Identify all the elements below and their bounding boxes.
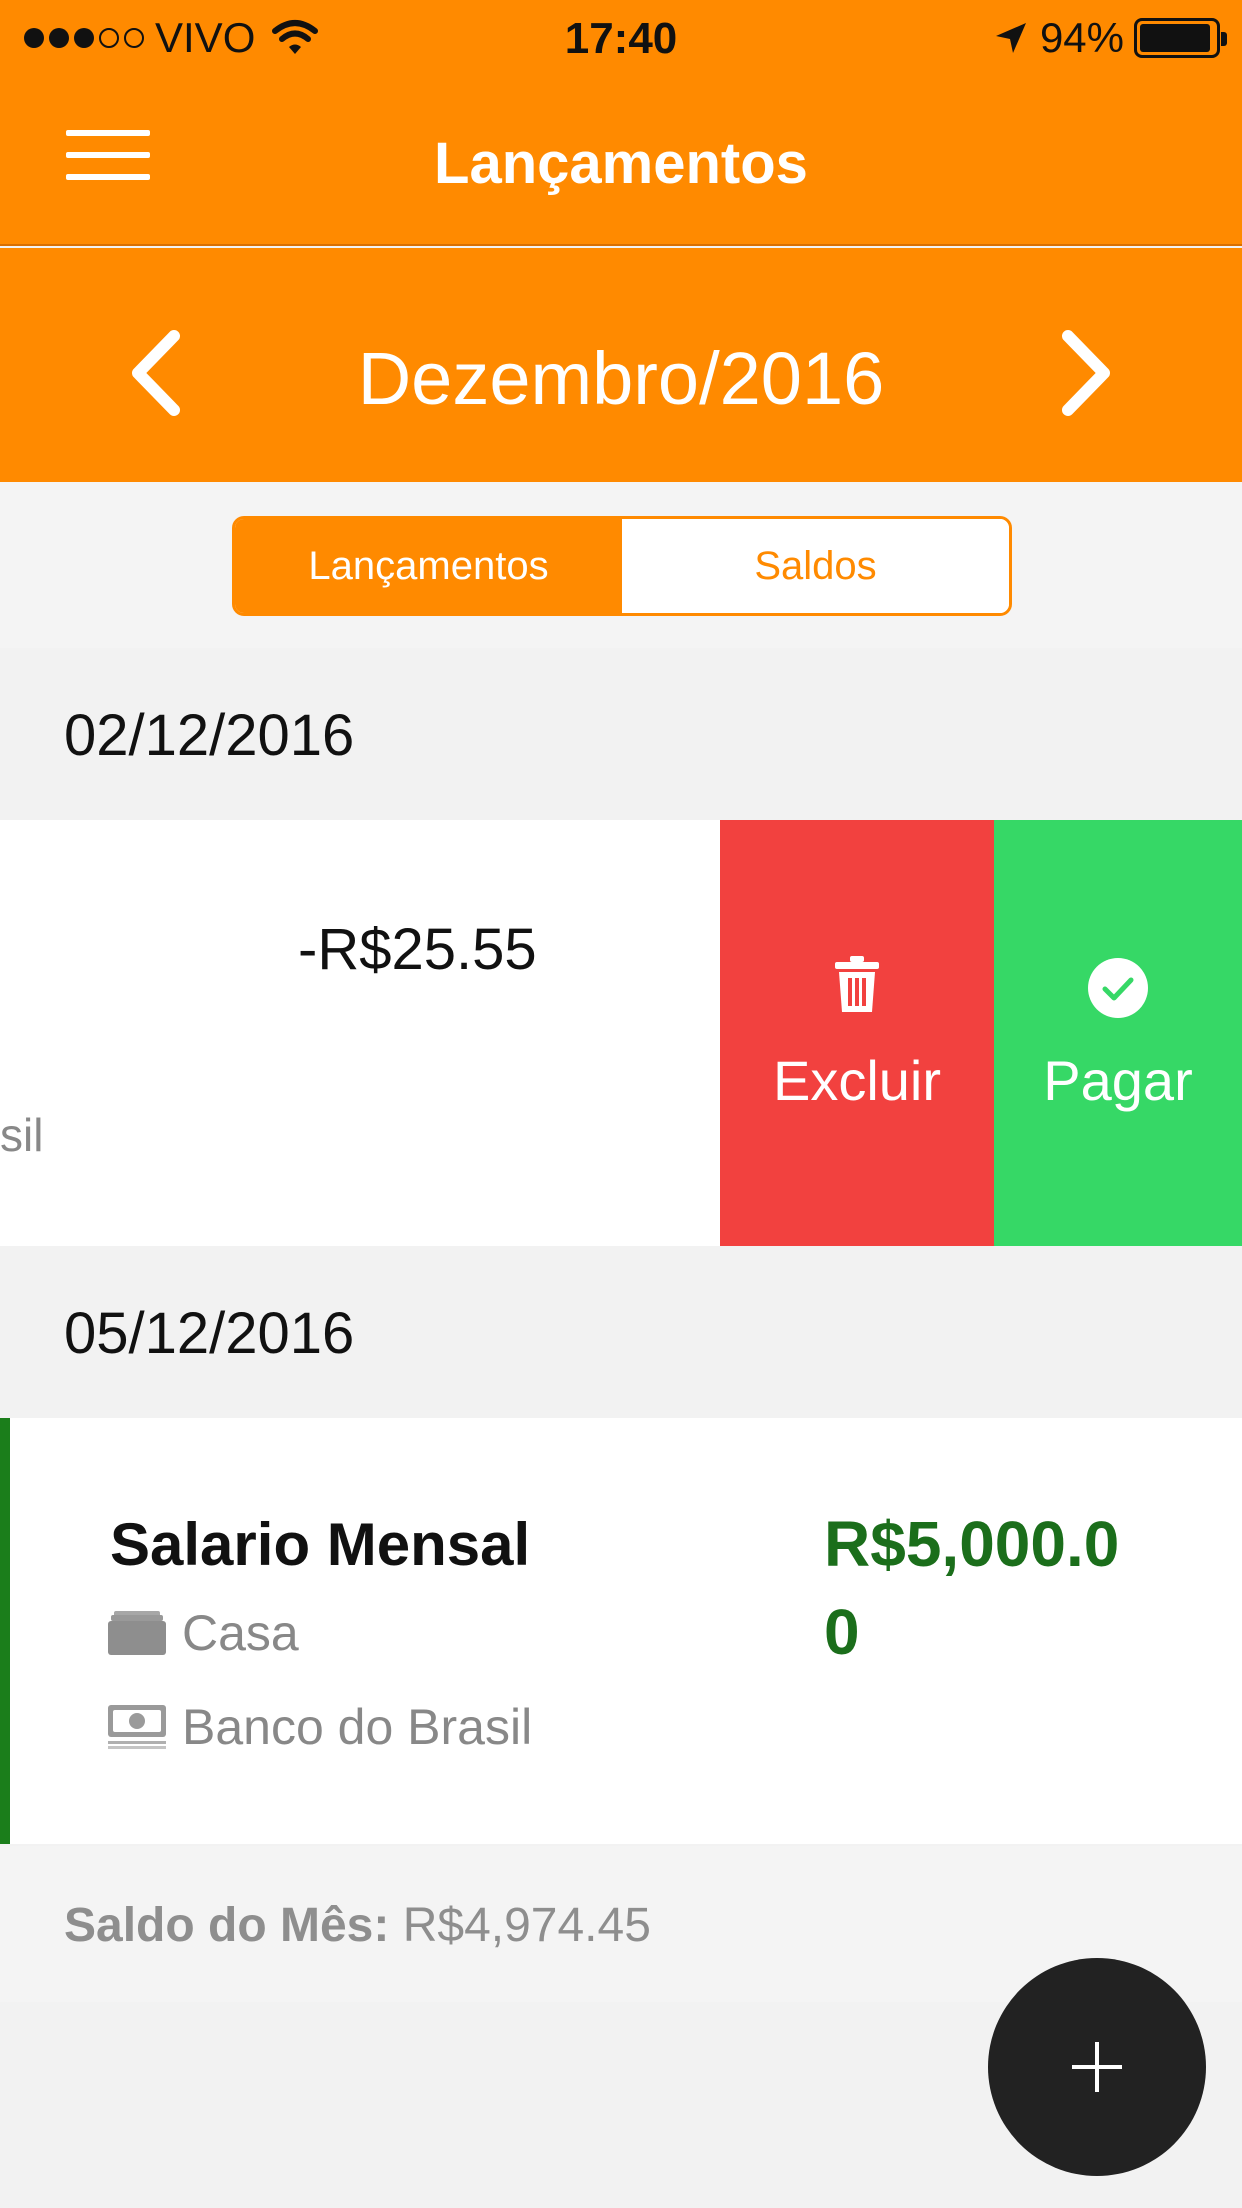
page-title: Lançamentos	[434, 131, 808, 196]
location-arrow-icon	[995, 23, 1026, 53]
section-date: 02/12/2016	[64, 703, 355, 768]
chevron-right-icon[interactable]	[1056, 328, 1116, 418]
entry-title: Salario Mensal	[110, 1511, 531, 1578]
add-entry-button[interactable]	[988, 1958, 1206, 2176]
battery-icon	[1134, 18, 1227, 58]
wallet-icon	[108, 1611, 166, 1655]
date-section-header: 05/12/2016	[0, 1246, 1242, 1418]
delete-button[interactable]: Excluir	[720, 820, 994, 1246]
category-label: Casa	[182, 1605, 299, 1661]
list-item[interactable]: Salario Mensal Casa Banco do Brasil R$5,…	[0, 1418, 1242, 1844]
entry-account: sil	[0, 1109, 44, 1161]
entry-account: Banco do Brasil	[108, 1698, 532, 1756]
list-item[interactable]: -R$25.55 sil Excluir Pagar	[0, 820, 1242, 1246]
section-date: 05/12/2016	[64, 1301, 355, 1366]
trash-icon	[835, 956, 879, 1012]
segmented-control: Lançamentos Saldos	[232, 516, 1012, 616]
battery-percentage: 94%	[1039, 14, 1124, 61]
status-bar: VIVO 17:40 94%	[0, 0, 1242, 78]
navigation-bar: Lançamentos	[0, 78, 1242, 246]
battery-level	[1140, 24, 1210, 52]
summary-value: R$4,974.45	[402, 1899, 651, 1952]
delete-label: Excluir	[772, 1049, 942, 1112]
tab-saldos[interactable]: Saldos	[622, 519, 1009, 613]
month-selector: Dezembro/2016	[0, 248, 1242, 482]
date-section-header: 02/12/2016	[0, 648, 1242, 820]
entry-amount: -R$25.55	[298, 917, 537, 982]
segmented-control-bar: Lançamentos Saldos	[0, 482, 1242, 648]
money-icon	[108, 1705, 166, 1749]
status-right: 94%	[994, 14, 1227, 62]
pay-button[interactable]: Pagar	[994, 820, 1242, 1246]
pay-label: Pagar	[1043, 1049, 1193, 1112]
account-label: Banco do Brasil	[182, 1699, 533, 1755]
summary-label: Saldo do Mês:	[64, 1899, 390, 1952]
summary-text: Saldo do Mês: R$4,974.45	[64, 1898, 651, 1953]
income-indicator-bar	[0, 1418, 10, 1844]
entry-amount: R$5,000.00	[824, 1508, 1120, 1668]
entry-category: Casa	[108, 1604, 299, 1662]
check-circle-icon	[1088, 958, 1148, 1018]
tab-lancamentos[interactable]: Lançamentos	[235, 519, 622, 613]
